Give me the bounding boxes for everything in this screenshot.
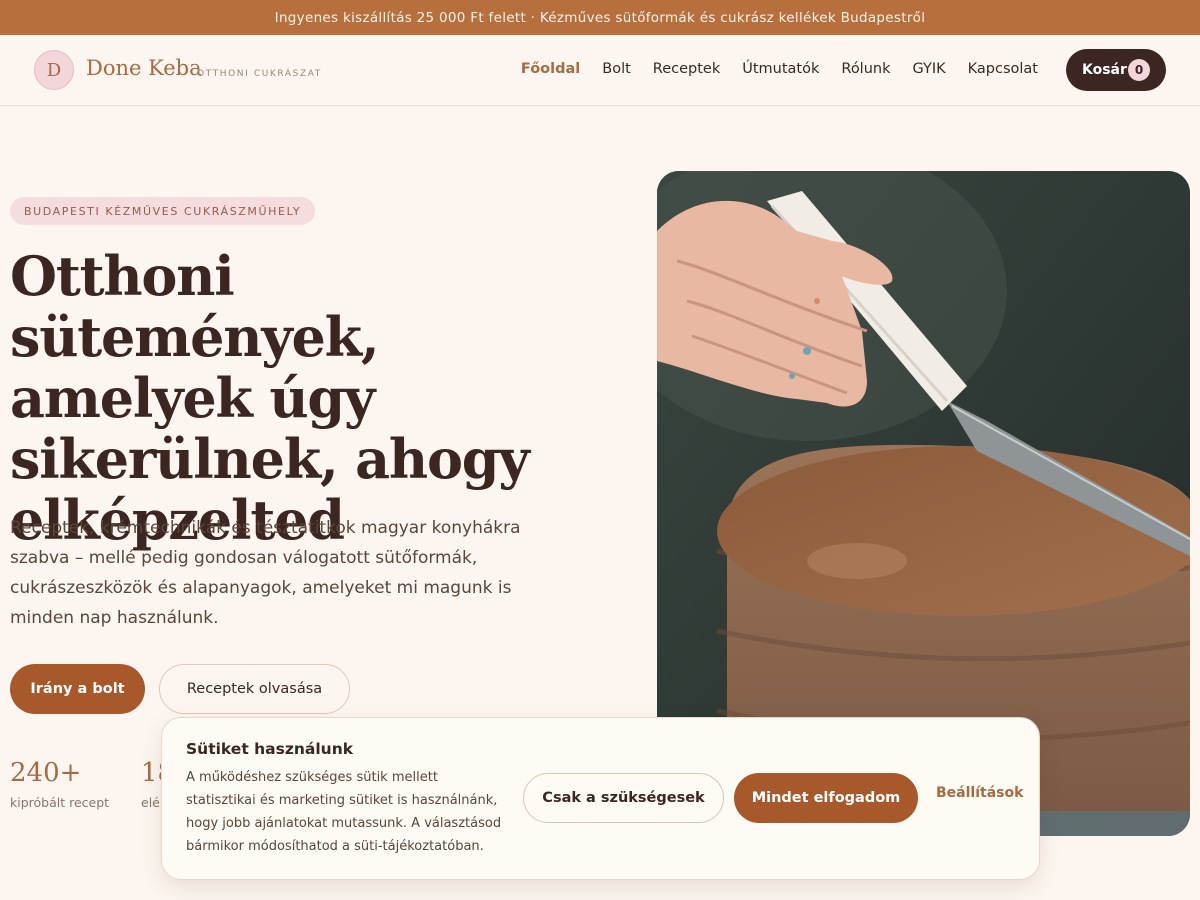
- site-header: D Done Keba OTTHONI CUKRÁSZAT Főoldal Bo…: [0, 35, 1200, 106]
- cookie-banner: Sütiket használunk A működéshez szüksége…: [161, 717, 1040, 880]
- hero-title: Otthoni sütemények, amelyek úgy sikerüln…: [10, 244, 530, 552]
- cart-count-badge: 0: [1128, 59, 1150, 81]
- hero-description: Receptek, krémtechnikák és tésztatitkok …: [10, 518, 521, 628]
- nav-item-home[interactable]: Főoldal: [521, 61, 580, 77]
- cookie-title: Sütiket használunk: [186, 740, 354, 758]
- main-nav: Főoldal Bolt Receptek Útmutatók Rólunk G…: [521, 61, 1038, 77]
- nav-item-contact[interactable]: Kapcsolat: [968, 61, 1038, 77]
- nav-item-faq[interactable]: GYIK: [913, 61, 946, 77]
- stat-second-label: elé: [141, 795, 160, 810]
- necessary-cookies-button[interactable]: Csak a szükségesek: [523, 773, 724, 823]
- cart-button[interactable]: Kosár 0: [1066, 49, 1166, 91]
- nav-item-guides[interactable]: Útmutatók: [742, 61, 819, 77]
- brand-name[interactable]: Done Keba: [86, 56, 202, 80]
- logo-initial: D: [46, 59, 62, 81]
- brand-tagline: OTTHONI CUKRÁSZAT: [197, 69, 322, 79]
- shop-button[interactable]: Irány a bolt: [10, 664, 145, 714]
- cookie-settings-link[interactable]: Beállítások: [936, 785, 1023, 801]
- announcement-text: Ingyenes kiszállítás 25 000 Ft felett · …: [274, 9, 926, 26]
- nav-item-about[interactable]: Rólunk: [841, 61, 890, 77]
- accept-all-cookies-button[interactable]: Mindet elfogadom: [734, 773, 918, 823]
- stat-recipes-value: 240+: [10, 758, 82, 788]
- hero-badge: BUDAPESTI KÉZMŰVES CUKRÁSZMŰHELY: [10, 197, 316, 225]
- cookie-text: A működéshez szükséges sütik mellett sta…: [186, 770, 502, 854]
- stat-recipes-label: kipróbált recept: [10, 795, 110, 810]
- nav-item-shop[interactable]: Bolt: [602, 61, 631, 77]
- cart-label: Kosár: [1082, 62, 1127, 78]
- read-recipes-button[interactable]: Receptek olvasása: [159, 664, 350, 714]
- nav-item-recipes[interactable]: Receptek: [653, 61, 720, 77]
- announcement-bar: Ingyenes kiszállítás 25 000 Ft felett · …: [0, 0, 1200, 35]
- logo-mark[interactable]: D: [34, 50, 74, 90]
